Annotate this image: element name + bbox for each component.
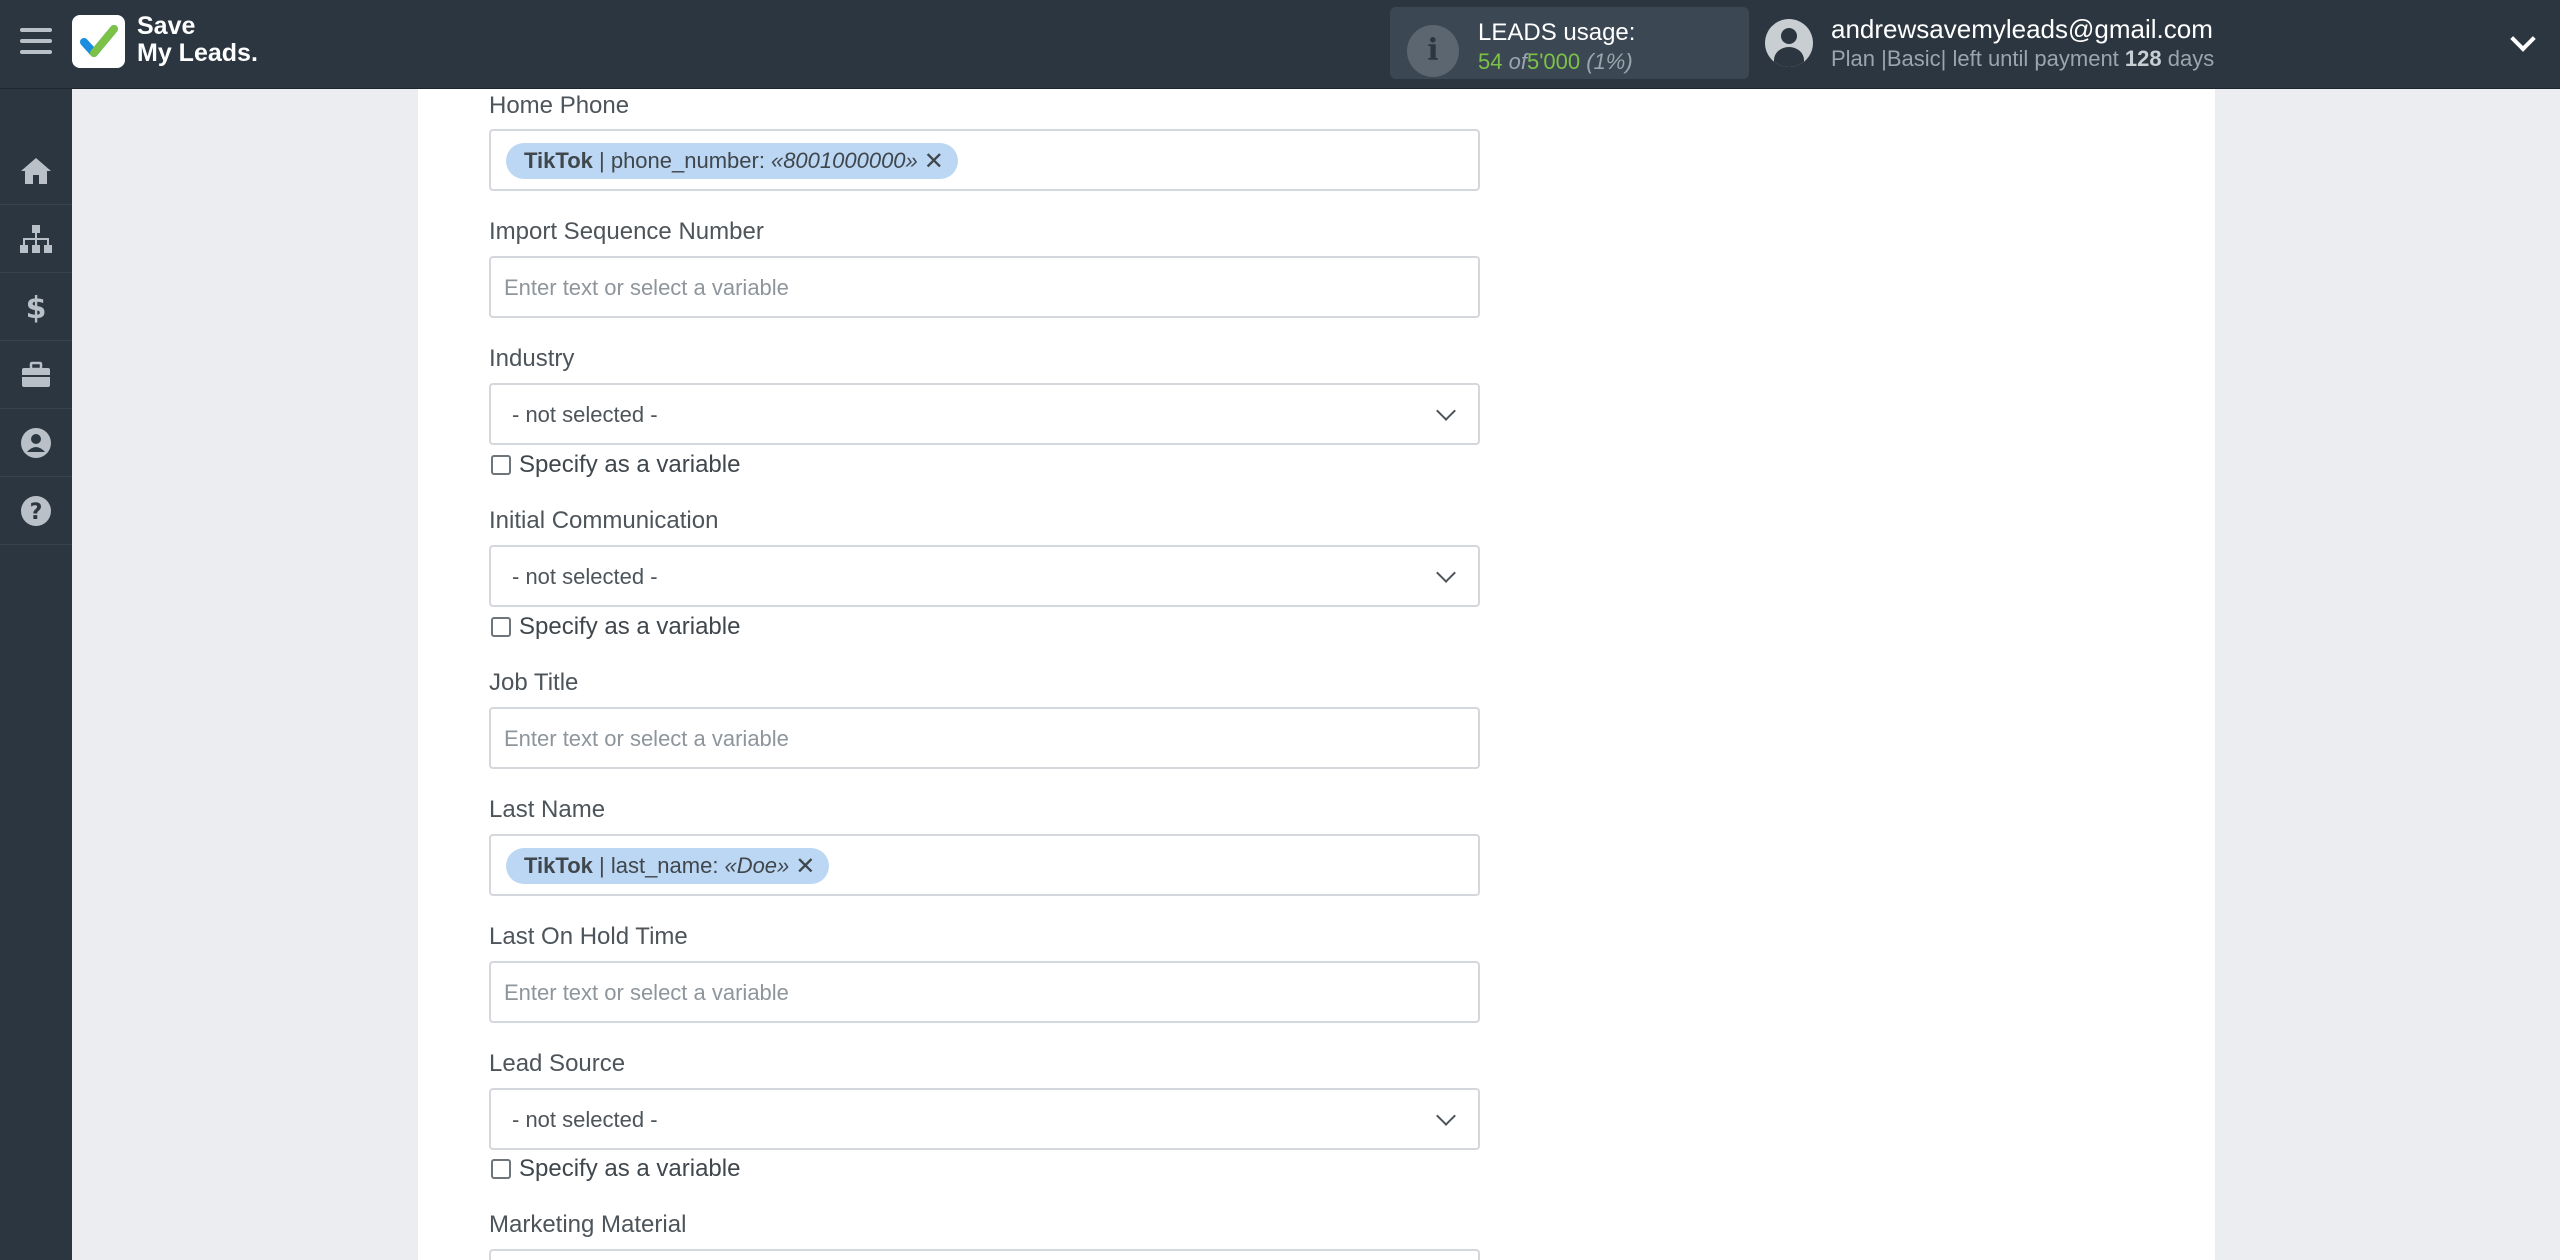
user-circle-icon (21, 427, 51, 458)
import-sequence-input[interactable]: Enter text or select a variable (489, 256, 1480, 318)
import-sequence-label: Import Sequence Number (489, 218, 764, 245)
home-phone-input[interactable]: TikTok | phone_number: «8001000000» ✕ (489, 129, 1480, 191)
usage-value: 54 of5'000 (1%) (1478, 49, 1633, 75)
remove-tag-icon[interactable]: ✕ (924, 147, 944, 176)
initial-communication-variable-checkbox[interactable] (491, 617, 511, 637)
avatar-icon[interactable] (1765, 19, 1813, 67)
top-bar: Save My Leads. i LEADS usage: 54 of5'000… (0, 0, 2560, 89)
sitemap-icon (20, 224, 52, 253)
marketing-material-input[interactable] (489, 1249, 1480, 1260)
job-title-label: Job Title (489, 669, 579, 696)
leads-usage-panel: i LEADS usage: 54 of5'000 (1%) (1390, 7, 1749, 79)
placeholder-text: Enter text or select a variable (504, 980, 789, 1005)
usage-label: LEADS usage: (1478, 19, 1636, 46)
lead-source-variable-row: Specify as a variable (491, 1155, 740, 1183)
checkbox-label: Specify as a variable (519, 613, 741, 640)
logo-icon[interactable] (72, 15, 125, 68)
usage-total: 5'000 (1526, 49, 1581, 74)
sidebar-item-billing[interactable]: $ (0, 273, 72, 341)
marketing-material-label: Marketing Material (489, 1211, 687, 1238)
svg-text:$: $ (26, 291, 47, 325)
variable-tag: TikTok | last_name: «Doe» ✕ (506, 848, 830, 884)
sidebar-item-connections[interactable] (0, 205, 72, 273)
remove-tag-icon[interactable]: ✕ (795, 852, 815, 881)
variable-tag: TikTok | phone_number: «8001000000» ✕ (506, 143, 958, 179)
select-value: - not selected - (512, 402, 658, 427)
last-name-input[interactable]: TikTok | last_name: «Doe» ✕ (489, 834, 1480, 896)
industry-select[interactable]: - not selected - (489, 383, 1480, 445)
user-email[interactable]: andrewsavemyleads@gmail.com (1831, 14, 2213, 45)
logo-text[interactable]: Save My Leads. (137, 13, 258, 67)
sidebar-item-account[interactable] (0, 409, 72, 477)
checkbox-label: Specify as a variable (519, 451, 741, 478)
usage-percent: (1%) (1586, 49, 1633, 74)
industry-variable-checkbox[interactable] (491, 455, 511, 475)
lead-source-select[interactable]: - not selected - (489, 1088, 1480, 1150)
dollar-icon: $ (26, 291, 47, 325)
tag-field: | phone_number: (599, 148, 765, 173)
select-value: - not selected - (512, 1107, 658, 1132)
select-value: - not selected - (512, 564, 658, 589)
chevron-down-icon (1436, 563, 1456, 583)
initial-communication-label: Initial Communication (489, 507, 719, 534)
usage-of: of (1508, 49, 1527, 74)
user-plan: Plan |Basic| left until payment 128 days (1831, 46, 2214, 72)
lead-source-variable-checkbox[interactable] (491, 1159, 511, 1179)
usage-used: 54 (1478, 49, 1503, 74)
menu-icon[interactable] (20, 28, 52, 56)
industry-label: Industry (489, 345, 575, 372)
chevron-down-icon (1436, 401, 1456, 421)
tag-value: «8001000000» (770, 148, 918, 173)
plan-days-suffix: days (2167, 46, 2215, 71)
tag-source: TikTok (524, 148, 593, 173)
logo-line-2: My Leads (137, 39, 251, 67)
tag-field: | last_name: (599, 853, 719, 878)
sidebar: $ ? (0, 89, 72, 1260)
svg-text:?: ? (30, 500, 43, 525)
last-on-hold-input[interactable]: Enter text or select a variable (489, 961, 1480, 1023)
lead-source-label: Lead Source (489, 1050, 626, 1077)
info-icon: i (1407, 25, 1459, 77)
last-on-hold-label: Last On Hold Time (489, 923, 688, 950)
logo-line-1: Save (137, 12, 196, 40)
checkbox-label: Specify as a variable (519, 1155, 741, 1182)
sidebar-item-tools[interactable] (0, 341, 72, 409)
placeholder-text: Enter text or select a variable (504, 275, 789, 300)
plan-prefix: Plan |Basic| left until payment (1831, 46, 2119, 71)
initial-communication-select[interactable]: - not selected - (489, 545, 1480, 607)
question-icon: ? (21, 495, 51, 526)
sidebar-item-help[interactable]: ? (0, 477, 72, 545)
briefcase-icon (22, 361, 50, 387)
tag-source: TikTok (524, 853, 593, 878)
last-name-label: Last Name (489, 796, 606, 823)
logo-dot: . (250, 39, 258, 67)
placeholder-text: Enter text or select a variable (504, 726, 789, 751)
sidebar-item-home[interactable] (0, 137, 72, 205)
plan-days: 128 (2124, 46, 2162, 71)
tag-value: «Doe» (724, 853, 790, 878)
industry-variable-row: Specify as a variable (491, 451, 740, 479)
job-title-input[interactable]: Enter text or select a variable (489, 707, 1480, 769)
chevron-down-icon (1436, 1106, 1456, 1126)
home-icon (21, 157, 51, 184)
chevron-down-icon[interactable] (2510, 26, 2536, 52)
initial-communication-variable-row: Specify as a variable (491, 613, 740, 641)
home-phone-label: Home Phone (489, 92, 630, 119)
